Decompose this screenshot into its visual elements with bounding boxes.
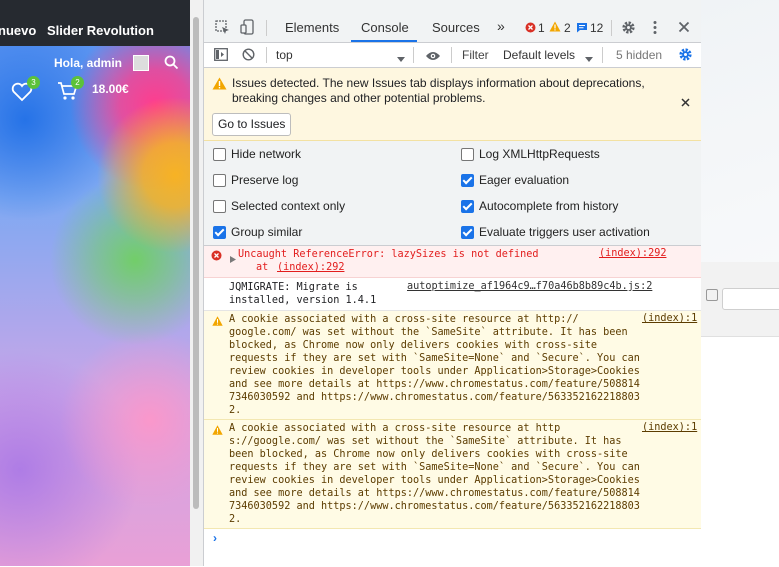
site-top-navbar: nuevo Slider Revolution	[0, 0, 190, 46]
more-options-icon[interactable]	[653, 20, 657, 38]
tab-console[interactable]: Console	[361, 20, 409, 35]
filter-input[interactable]: Filter	[462, 48, 489, 62]
warning-text-line: A cookie associated with a cross-site re…	[229, 423, 561, 434]
log-text-line: JQMIGRATE: Migrate is	[229, 282, 358, 293]
log-text-line: installed, version 1.4.1	[229, 295, 377, 306]
warning-text-line: 2.	[229, 405, 242, 416]
error-icon	[211, 250, 222, 264]
warning-text-line: blocked, as Chrome now only delivers coo…	[229, 340, 598, 351]
close-devtools-icon[interactable]	[678, 21, 690, 36]
device-toolbar-icon[interactable]	[240, 19, 255, 38]
error-stack-link[interactable]: (index):292	[277, 261, 344, 274]
go-to-issues-button[interactable]: Go to Issues	[212, 113, 292, 136]
levels-chevron-down-icon[interactable]	[585, 52, 593, 66]
checkbox-checked[interactable]	[461, 174, 474, 187]
clear-console-icon[interactable]	[242, 48, 255, 64]
show-sidebar-icon[interactable]	[214, 48, 228, 64]
console-settings-pane: Hide network Log XMLHttpRequests Preserv…	[204, 141, 701, 246]
site-scrollbar-thumb[interactable]	[193, 17, 199, 509]
cart-count-badge: 2	[71, 76, 84, 89]
warning-text-line: review cookies in developer tools under …	[229, 475, 640, 486]
tab-sources[interactable]: Sources	[432, 20, 480, 35]
error-icon[interactable]	[525, 22, 536, 36]
live-expression-eye-icon[interactable]	[425, 50, 441, 64]
context-selector[interactable]: top	[276, 48, 293, 62]
warning-source-link[interactable]: (index):1	[642, 422, 697, 433]
warning-text-line[interactable]: and see more details at https://www.chro…	[229, 487, 640, 500]
issues-banner-text: Issues detected. The new Issues tab disp…	[232, 76, 645, 105]
tab-elements[interactable]: Elements	[285, 20, 339, 35]
warning-text-line: A cookie associated with a cross-site re…	[229, 314, 579, 325]
user-greeting[interactable]: Hola, admin	[54, 56, 122, 70]
background-input	[722, 288, 779, 310]
chevron-down-icon[interactable]	[397, 52, 405, 66]
devtools-panel: Elements Console Sources » 1 2 12 top Fi…	[203, 0, 701, 566]
console-warning-message: A cookie associated with a cross-site re…	[204, 420, 701, 529]
close-icon[interactable]	[681, 96, 690, 110]
website-viewport: nuevo Slider Revolution Hola, admin 3 2 …	[0, 0, 190, 566]
checkbox-checked[interactable]	[213, 226, 226, 239]
checkbox[interactable]	[213, 148, 226, 161]
info-count[interactable]: 12	[590, 21, 603, 35]
warning-icon	[212, 77, 227, 93]
warning-text-line: requests if they are set with `SameSite=…	[229, 462, 640, 473]
console-settings-gear-icon[interactable]	[678, 47, 693, 65]
hidden-messages-count: 5 hidden	[616, 48, 663, 62]
checkbox[interactable]	[213, 174, 226, 187]
warning-icon	[212, 315, 223, 329]
search-icon[interactable]	[164, 55, 179, 73]
avatar[interactable]	[133, 55, 149, 71]
console-error-message: Uncaught ReferenceError: lazySizes is no…	[204, 246, 701, 278]
nav-item-nuevo[interactable]: nuevo	[0, 23, 36, 38]
settings-gear-icon[interactable]	[621, 20, 636, 38]
error-count[interactable]: 1	[538, 21, 545, 35]
checkbox[interactable]	[461, 148, 474, 161]
console-log-message: JQMIGRATE: Migrate is installed, version…	[204, 278, 701, 311]
issues-banner: Issues detected. The new Issues tab disp…	[204, 68, 701, 141]
warning-text-line: review cookies in developer tools under …	[229, 366, 640, 377]
info-message-icon[interactable]	[576, 22, 588, 36]
cart-total[interactable]: 18.00€	[92, 82, 129, 96]
console-warning-message: A cookie associated with a cross-site re…	[204, 311, 701, 420]
warning-text-line[interactable]: 7346030592 and https://www.chromestatus.…	[229, 500, 640, 513]
log-source-link[interactable]: autoptimize_af1964c9…f70a46b8b89c4b.js:2	[407, 281, 652, 292]
warning-text-line[interactable]: 7346030592 and https://www.chromestatus.…	[229, 391, 640, 404]
warning-text-line: s://google.com/ was set without the `Sam…	[229, 436, 622, 447]
log-levels-dropdown[interactable]: Default levels	[503, 48, 575, 62]
warning-text-line: 2.	[229, 514, 242, 525]
expand-triangle-icon[interactable]	[230, 252, 236, 266]
error-stack-prefix: at	[256, 262, 275, 273]
inspect-element-icon[interactable]	[215, 20, 230, 38]
checkbox-checked[interactable]	[461, 226, 474, 239]
warning-text-line: been blocked, as Chrome now only deliver…	[229, 449, 628, 460]
checkbox-checked[interactable]	[461, 200, 474, 213]
wishlist-count-badge: 3	[27, 76, 40, 89]
console-prompt[interactable]: ›	[213, 531, 217, 545]
active-tab-indicator	[351, 40, 417, 42]
checkbox[interactable]	[213, 200, 226, 213]
warning-text-line[interactable]: and see more details at https://www.chro…	[229, 378, 640, 391]
warning-text-line: google.com/ was set without the `SameSit…	[229, 327, 628, 338]
warning-source-link[interactable]: (index):1	[642, 313, 697, 324]
warning-text-line: requests if they are set with `SameSite=…	[229, 353, 640, 364]
error-text: Uncaught ReferenceError: lazySizes is no…	[238, 249, 539, 260]
warning-icon[interactable]	[549, 21, 561, 35]
nav-item-slider-revolution[interactable]: Slider Revolution	[47, 23, 154, 38]
devtools-toolbar: Elements Console Sources » 1 2 12	[204, 0, 701, 43]
error-source-link[interactable]: (index):292	[599, 248, 666, 259]
more-tabs-icon[interactable]: »	[497, 18, 505, 34]
warning-count[interactable]: 2	[564, 21, 571, 35]
warning-icon	[212, 424, 223, 438]
background-checkbox	[706, 289, 718, 301]
